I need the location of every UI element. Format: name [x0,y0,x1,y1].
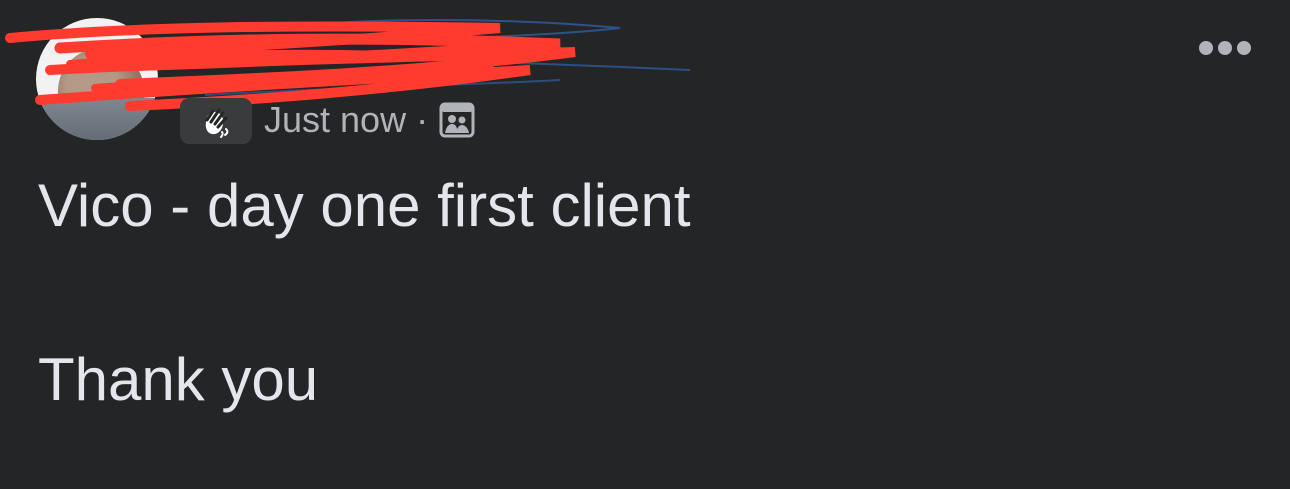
wave-badge [180,98,252,144]
avatar-shirt [36,98,158,140]
meta-separator: · [416,99,429,140]
post-card: Just now · Vico - day one first client T… [0,0,1290,489]
post-text-line-1: Vico - day one first client [38,172,691,239]
more-horizontal-icon [1199,41,1251,55]
post-meta: Just now · [264,96,476,144]
avatar[interactable] [36,18,158,140]
photos-icon[interactable] [438,101,476,139]
wave-icon [205,108,229,138]
more-options-button[interactable] [1190,28,1260,68]
post-text-line-2: Thank you [38,346,319,413]
timestamp[interactable]: Just now [264,99,406,141]
